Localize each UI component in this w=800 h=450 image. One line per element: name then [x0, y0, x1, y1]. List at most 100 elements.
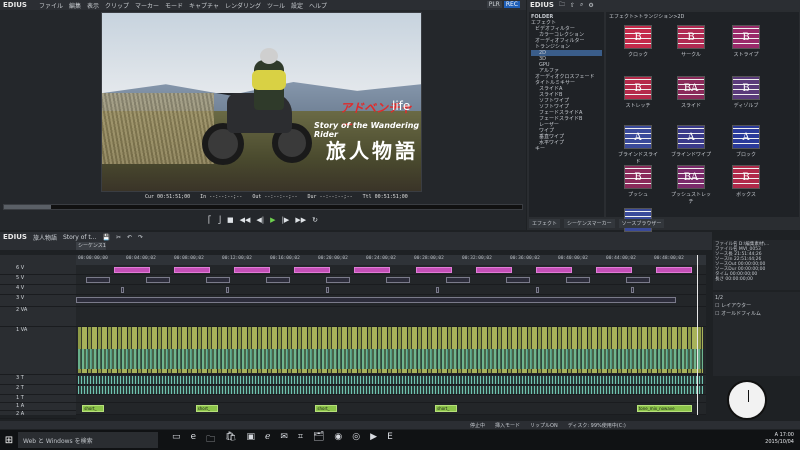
- video-clip[interactable]: [536, 267, 572, 273]
- video-clip[interactable]: [566, 277, 590, 283]
- video-clip[interactable]: [266, 277, 290, 283]
- effect-tile[interactable]: B: [624, 25, 652, 49]
- title-clips-3t[interactable]: [78, 376, 703, 384]
- effect-tile[interactable]: B: [732, 76, 760, 100]
- effect-tile[interactable]: A: [677, 125, 705, 149]
- track-header[interactable]: 3 V: [0, 295, 76, 307]
- chrome-icon[interactable]: ◉: [334, 432, 342, 448]
- edge-icon[interactable]: e: [191, 432, 197, 448]
- store-icon[interactable]: 🛍: [225, 432, 236, 448]
- video-clip[interactable]: [446, 277, 470, 283]
- menu-capture[interactable]: キャプチャ: [189, 1, 219, 10]
- menu-help[interactable]: ヘルプ: [309, 1, 327, 10]
- menu-settings[interactable]: 設定: [291, 1, 303, 10]
- tree-item[interactable]: キー: [531, 146, 602, 152]
- effect-tile[interactable]: B: [677, 25, 705, 49]
- menu-edit[interactable]: 編集: [69, 1, 81, 10]
- ime-indicator[interactable]: A: [775, 432, 778, 438]
- menu-marker[interactable]: マーカー: [135, 1, 159, 10]
- photos-icon[interactable]: ▣: [247, 432, 256, 448]
- track-header[interactable]: 1 VA: [0, 327, 76, 375]
- effect-tile[interactable]: BA: [677, 76, 705, 100]
- video-clip[interactable]: [656, 267, 692, 273]
- calculator-icon[interactable]: ⌗: [298, 432, 303, 448]
- video-clip[interactable]: [326, 277, 350, 283]
- search-icon[interactable]: ⌕: [580, 1, 583, 9]
- task-view-icon[interactable]: ▭: [172, 432, 181, 448]
- track-header[interactable]: 1 A: [0, 403, 76, 411]
- save-icon[interactable]: 💾: [102, 234, 109, 241]
- video-clip[interactable]: [596, 267, 632, 273]
- video-clip[interactable]: [476, 267, 512, 273]
- tab-sequence-marker[interactable]: シーケンスマーカー: [564, 218, 615, 228]
- effect-tile[interactable]: A: [624, 125, 652, 149]
- tab-source-browser[interactable]: ソースブラウザー: [618, 218, 665, 228]
- settings-icon[interactable]: ⚙: [588, 2, 593, 9]
- effect-tile[interactable]: B: [732, 165, 760, 189]
- effect-tile[interactable]: B: [624, 76, 652, 100]
- taskbar-search[interactable]: Web と Windows を検索: [18, 432, 158, 448]
- plr-button[interactable]: PLR: [486, 1, 502, 8]
- effect-tile[interactable]: B: [624, 165, 652, 189]
- explorer-icon[interactable]: 🗀: [206, 432, 215, 448]
- menu-render[interactable]: レンダリング: [225, 1, 261, 10]
- system-tray[interactable]: A 17:00 2015/10/04: [765, 432, 794, 446]
- audio-clip[interactable]: short_: [435, 405, 458, 412]
- rec-button[interactable]: REC: [503, 1, 520, 8]
- track-header[interactable]: 4 V: [0, 285, 76, 295]
- effect-tile[interactable]: BA: [677, 165, 705, 189]
- video-clip[interactable]: [174, 267, 210, 273]
- video-clip[interactable]: [536, 287, 539, 293]
- audio-clip[interactable]: tone_mix_nowave: [636, 405, 692, 412]
- scrub-bar[interactable]: [3, 204, 523, 210]
- track-header[interactable]: 2 VA: [0, 307, 76, 327]
- track-header[interactable]: 2 A: [0, 411, 76, 419]
- mail-icon[interactable]: ✉: [280, 432, 288, 448]
- up-icon[interactable]: ⇧: [570, 2, 575, 9]
- sequence-tab[interactable]: シーケンス1: [76, 242, 106, 250]
- menu-mode[interactable]: モード: [165, 1, 183, 10]
- loop-icon[interactable]: ↻: [312, 216, 318, 224]
- track-header[interactable]: 3 T: [0, 375, 76, 385]
- rewind-icon[interactable]: ◀◀: [240, 216, 251, 224]
- track-header[interactable]: 6 V: [0, 265, 76, 275]
- video-clip[interactable]: [436, 287, 439, 293]
- video-clip[interactable]: [234, 267, 270, 273]
- video-clip[interactable]: [631, 287, 634, 293]
- video-clip[interactable]: [386, 277, 410, 283]
- effect-tile[interactable]: A: [732, 125, 760, 149]
- audio-clip[interactable]: short_: [195, 405, 218, 412]
- tab-effects[interactable]: エフェクト: [529, 218, 561, 228]
- timeline-ruler[interactable]: 00:00:00;00 00:04:00;02 00:08:00;02 00:12:0…: [76, 255, 706, 265]
- audio-clip[interactable]: short_: [315, 405, 338, 412]
- video-clip[interactable]: [76, 297, 676, 303]
- redo-icon[interactable]: ↷: [138, 234, 143, 241]
- in-point-icon[interactable]: ⎡: [208, 216, 212, 224]
- video-clip[interactable]: [506, 277, 530, 283]
- playhead[interactable]: [697, 255, 698, 415]
- video-clip[interactable]: [86, 277, 110, 283]
- stop-icon[interactable]: ■: [227, 216, 234, 224]
- firefox-icon[interactable]: ◎: [352, 432, 360, 448]
- undo-icon[interactable]: ↶: [127, 234, 132, 241]
- folder-icon[interactable]: 🗀: [559, 0, 565, 10]
- video-clip[interactable]: [114, 267, 150, 273]
- step-back-icon[interactable]: ◀|: [256, 216, 264, 224]
- video-clip[interactable]: [416, 267, 452, 273]
- video-clip[interactable]: [226, 287, 229, 293]
- video-preview[interactable]: アドベンチャー life Story of the Wandering Ride…: [101, 12, 422, 192]
- video-clip[interactable]: [294, 267, 330, 273]
- video-clip[interactable]: [326, 287, 329, 293]
- menu-tools[interactable]: ツール: [267, 1, 285, 10]
- media-icon[interactable]: ▶: [370, 432, 377, 448]
- audio-clip[interactable]: short_: [82, 405, 105, 412]
- video-clip[interactable]: [121, 287, 124, 293]
- layer-item[interactable]: ☐ オールドフィルム: [715, 310, 798, 318]
- folder-icon[interactable]: 🗂: [313, 432, 324, 448]
- video-clip[interactable]: [626, 277, 650, 283]
- menu-view[interactable]: 表示: [87, 1, 99, 10]
- title-clips-2t[interactable]: [78, 386, 703, 394]
- video-clip[interactable]: [354, 267, 390, 273]
- track-header[interactable]: 5 V: [0, 275, 76, 285]
- track-header[interactable]: 1 T: [0, 395, 76, 403]
